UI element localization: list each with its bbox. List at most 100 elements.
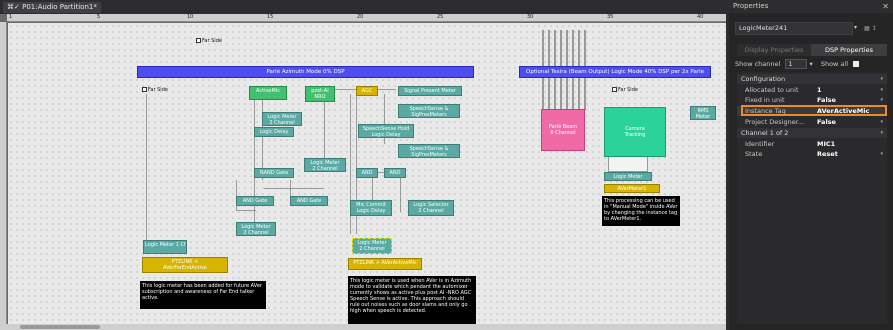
active-mic-input[interactable]: ActiveMic [249, 86, 287, 100]
chevron-down-icon[interactable]: ▾ [880, 128, 883, 138]
category-configuration[interactable]: Configuration ▾ [737, 74, 887, 84]
far-side-label: Far Side [202, 38, 222, 44]
note-active-mic: This logic meter is used when AVer is in… [348, 276, 476, 324]
property-key: Fixed in unit [745, 96, 785, 104]
wire [400, 172, 401, 212]
object-selector[interactable]: LogicMeter241 [735, 22, 853, 35]
speechsense-hold-delay[interactable]: SpeechSense Hold Logic Delay [358, 124, 414, 138]
note-far-end: This logic meter has been added for futu… [140, 281, 266, 309]
document-tab-label: P01:Audio Partition1* [22, 3, 97, 11]
agc-block[interactable]: AGC [356, 86, 378, 96]
document-tab-strip [0, 0, 726, 14]
far-side-input-left[interactable]: Far Side [142, 87, 168, 93]
property-fixed-in-unit[interactable]: Fixed in unit False ▾ [737, 95, 887, 105]
show-channel-label: Show channel [735, 60, 781, 68]
nand-gate-block[interactable]: NAND Gate [254, 168, 294, 178]
ruler-label: 40 [697, 14, 704, 20]
and-block-1[interactable]: AND [356, 168, 378, 178]
category-label: Configuration [741, 75, 786, 83]
chevron-down-icon[interactable]: ▾ [880, 85, 883, 95]
parle-beam-block[interactable]: Parlé Beam 8 Channel [541, 109, 585, 151]
logic-meter-2ch-selected[interactable]: Logic Meter 2 Channel [352, 238, 392, 254]
left-ruler [0, 22, 7, 324]
property-key: Identifier [745, 140, 775, 148]
aver-meter1-link[interactable]: AVerMeter1 [604, 184, 660, 193]
tab-dsp-properties[interactable]: DSP Properties [811, 44, 887, 56]
show-all-checkbox[interactable] [853, 61, 860, 67]
property-state[interactable]: State Reset ▾ [737, 149, 887, 159]
property-identifier[interactable]: Identifier MIC1 [737, 139, 887, 149]
property-value[interactable]: Reset [817, 149, 838, 159]
logic-meter-2ch-a[interactable]: Logic Meter 2 Channel [262, 112, 302, 126]
logic-selector-2ch[interactable]: Logic Selector 2 Channel [408, 200, 454, 216]
property-value[interactable]: 1 [817, 85, 822, 95]
instance-tag-highlight [741, 105, 887, 116]
logic-delay-block[interactable]: Logic Delay [254, 127, 294, 137]
ruler-label: 20 [357, 14, 364, 20]
properties-sort-icon[interactable]: ▦ ↕ [864, 22, 886, 35]
and-block-2[interactable]: AND [384, 168, 406, 178]
property-value[interactable]: False [817, 117, 836, 127]
scrollbar-thumb[interactable] [20, 325, 100, 329]
property-value[interactable]: False [817, 95, 836, 105]
top-ruler: 1 5 10 15 20 25 30 35 40 [7, 14, 726, 22]
pin-icon [612, 87, 617, 92]
ruler-label: 1 [9, 14, 13, 20]
and-gate-block-2[interactable]: AND Gate [290, 196, 328, 206]
post-ai-nro-block[interactable]: post-AI NRO [305, 86, 335, 102]
document-tab[interactable]: ⌘✓ P01:Audio Partition1* [3, 2, 101, 13]
chevron-down-icon[interactable]: ▾ [880, 117, 883, 127]
camera-tracking-block[interactable]: Camera Tracking [604, 107, 666, 157]
speechsense-meters-2[interactable]: SpeechSense & SigPresMeters [398, 144, 460, 158]
ptzlink-active-mic[interactable]: PTZLINK > AVerActiveMic [348, 258, 422, 270]
far-side-label: Far Side [618, 87, 638, 93]
chevron-down-icon[interactable]: ▾ [880, 95, 883, 105]
horizontal-scrollbar[interactable] [0, 324, 726, 330]
property-allocated-to-unit[interactable]: Allocated to unit 1 ▾ [737, 85, 887, 95]
property-key: Project Designer... [745, 118, 805, 126]
properties-title-label: Properties [733, 2, 769, 10]
tab-display-properties[interactable]: Display Properties [737, 44, 811, 56]
pin-icon [142, 87, 147, 92]
property-project-designer[interactable]: Project Designer... False ▾ [737, 117, 887, 127]
document-tab-icon: ⌘✓ [7, 3, 20, 11]
ruler-label: 25 [437, 14, 444, 20]
channel-spinner[interactable]: 1 [785, 59, 808, 69]
property-value[interactable]: MIC1 [817, 139, 835, 149]
and-gate-block[interactable]: AND Gate [236, 196, 274, 206]
ruler-label: 10 [187, 14, 194, 20]
signal-present-meter[interactable]: Signal Present Meter [398, 86, 462, 96]
logic-meter-2ch-b[interactable]: Logic Meter 2 Channel [304, 158, 346, 172]
mic-commit-delay[interactable]: Mic Commit Logic Delay [350, 200, 392, 216]
logic-meter-right[interactable]: Logic Meter [604, 172, 652, 181]
ruler-label: 30 [527, 14, 534, 20]
wire [236, 210, 256, 211]
wire [264, 188, 324, 189]
banner-tesira-logic[interactable]: Optional Tesira (Beam Output) Logic Mode… [519, 66, 711, 78]
pin-icon [196, 38, 201, 43]
logic-meter-1ch[interactable]: Logic Meter 1 Channel [143, 240, 187, 254]
far-side-label: Far Side [148, 87, 168, 93]
category-label: Channel 1 of 2 [741, 129, 789, 137]
show-channel-row: Show channel 1 ▾ Show all [735, 58, 887, 70]
close-icon[interactable]: ✕ [882, 0, 889, 13]
property-key: State [745, 150, 763, 158]
wire [146, 94, 147, 240]
chevron-down-icon[interactable]: ▾ [809, 60, 812, 68]
rms-meter-block[interactable]: RMS Meter [690, 106, 716, 120]
speechsense-meters-1[interactable]: SpeechSense & SigPresMeters [398, 104, 460, 118]
chevron-down-icon[interactable]: ▾ [854, 24, 857, 31]
category-channel[interactable]: Channel 1 of 2 ▾ [737, 128, 887, 138]
logic-meter-2ch-c[interactable]: Logic Meter 2 Channel [236, 222, 276, 236]
note-manual-mode: This processing can be used in "Manual M… [602, 196, 680, 226]
ruler-label: 5 [97, 14, 101, 20]
chevron-down-icon[interactable]: ▾ [880, 149, 883, 159]
banner-parle-azimuth[interactable]: Parlé Azimuth Mode 0% DSP [137, 66, 474, 78]
far-side-input-top[interactable]: Far Side [196, 38, 222, 44]
far-side-input-right[interactable]: Far Side [612, 87, 638, 93]
properties-title: Properties ✕ [729, 0, 893, 13]
show-all-label: Show all [820, 60, 849, 68]
chevron-down-icon[interactable]: ▾ [880, 74, 883, 84]
ruler-label: 35 [607, 14, 614, 20]
ptzlink-far-end[interactable]: PTZLINK > AVerFarEndActive [142, 257, 228, 273]
